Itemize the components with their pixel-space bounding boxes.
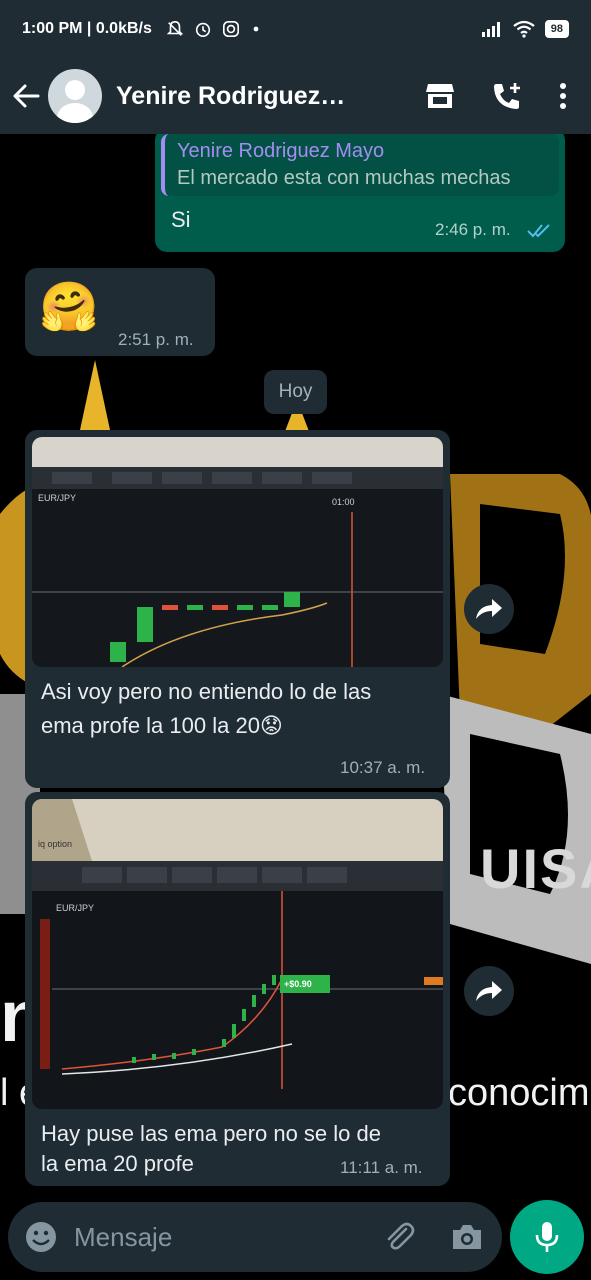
message-text: Si bbox=[171, 207, 191, 232]
avatar-head-shape bbox=[65, 80, 85, 100]
chart-photo[interactable]: EUR/JPY 01:00 bbox=[32, 437, 443, 667]
add-call-icon[interactable] bbox=[491, 81, 523, 111]
chat-header: Yenire Rodriguez… bbox=[0, 58, 591, 134]
forward-icon bbox=[476, 599, 502, 619]
dot-icon bbox=[253, 26, 259, 32]
message-incoming-image[interactable]: EUR/JPY 01:00 Asi voy pero no entiendo l… bbox=[25, 430, 450, 788]
microphone-icon bbox=[535, 1222, 559, 1252]
photo-asset-label: EUR/JPY bbox=[38, 493, 77, 503]
message-composer[interactable]: Mensaje bbox=[8, 1202, 502, 1272]
emoji-icon[interactable] bbox=[24, 1220, 58, 1254]
message-time: 10:37 a. m. bbox=[340, 758, 426, 777]
forward-icon bbox=[476, 981, 502, 1001]
arrow-left-icon bbox=[13, 84, 40, 108]
chart-photo[interactable]: iq option EUR/JPY +$0.90 bbox=[32, 799, 443, 1109]
status-left: 1:00 PM | 0.0kB/s bbox=[22, 20, 262, 38]
quote-text: El mercado esta con muchas mechas bbox=[177, 167, 511, 189]
camera-icon[interactable] bbox=[450, 1222, 484, 1252]
image-caption-line2: ema profe la 100 la 20😟 bbox=[41, 713, 283, 738]
message-incoming-image[interactable]: iq option EUR/JPY +$0.90 Hay puse las em… bbox=[25, 792, 450, 1186]
header-actions bbox=[425, 81, 591, 111]
image-caption-line1: Hay puse las ema pero no se lo de bbox=[41, 1121, 381, 1146]
back-button[interactable] bbox=[12, 82, 42, 110]
date-separator: Hoy bbox=[264, 370, 327, 414]
image-caption-line2: la ema 20 profe bbox=[41, 1151, 194, 1176]
more-options-icon[interactable] bbox=[559, 82, 567, 110]
read-receipt-icon bbox=[527, 224, 550, 238]
message-outgoing[interactable]: Yenire Rodriguez Mayo El mercado esta co… bbox=[155, 134, 565, 252]
message-time: 2:46 p. m. bbox=[435, 220, 511, 239]
status-right: 98 bbox=[481, 20, 569, 38]
voice-message-button[interactable] bbox=[510, 1200, 584, 1274]
muted-notifications-icon bbox=[166, 20, 184, 36]
quote-author: Yenire Rodriguez Mayo bbox=[177, 140, 385, 162]
photo-clock: 01:00 bbox=[332, 497, 355, 507]
status-icons bbox=[166, 20, 262, 38]
alarm-icon bbox=[195, 22, 210, 38]
instagram-icon bbox=[222, 20, 239, 38]
message-incoming[interactable]: 🤗 2:51 p. m. bbox=[25, 268, 215, 356]
chart-photo-drawing bbox=[32, 437, 443, 667]
chart-photo-drawing bbox=[32, 799, 443, 1109]
quoted-message[interactable]: Yenire Rodriguez Mayo El mercado esta co… bbox=[161, 134, 559, 196]
store-icon[interactable] bbox=[425, 82, 455, 110]
forward-button[interactable] bbox=[464, 584, 514, 634]
image-caption-line1: Asi voy pero no entiendo lo de las bbox=[41, 679, 372, 704]
chat-area[interactable]: UISA na inar l é conocimie Yenire Rodrig… bbox=[0, 134, 591, 1200]
photo-asset-label: EUR/JPY bbox=[56, 903, 95, 913]
photo-brand-label: iq option bbox=[38, 839, 73, 849]
wallpaper-logo-letters: UISA bbox=[480, 837, 591, 900]
signal-icon bbox=[481, 22, 500, 37]
status-bar: 1:00 PM | 0.0kB/s 98 bbox=[0, 0, 591, 58]
wifi-icon bbox=[513, 20, 535, 38]
contact-name[interactable]: Yenire Rodriguez… bbox=[116, 82, 356, 111]
message-input[interactable]: Mensaje bbox=[74, 1222, 382, 1253]
photo-profit-tag: +$0.90 bbox=[284, 979, 312, 989]
message-emoji: 🤗 bbox=[39, 281, 99, 334]
battery-indicator: 98 bbox=[544, 20, 569, 38]
avatar-body-shape bbox=[57, 103, 93, 123]
attach-icon[interactable] bbox=[382, 1220, 416, 1254]
message-time: 11:11 a. m. bbox=[340, 1158, 423, 1177]
message-time: 2:51 p. m. bbox=[118, 330, 194, 349]
status-time: 1:00 PM | 0.0kB/s bbox=[22, 20, 152, 37]
avatar[interactable] bbox=[48, 69, 102, 123]
wallpaper-small-text-right: conocimie bbox=[448, 1072, 591, 1114]
forward-button[interactable] bbox=[464, 966, 514, 1016]
